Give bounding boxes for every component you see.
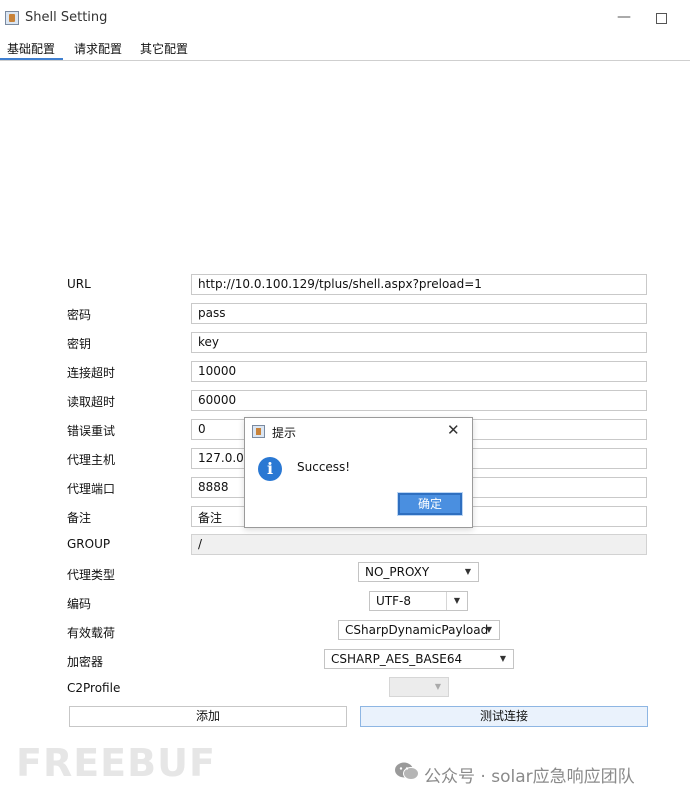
encryptor-label: 加密器 [67, 655, 104, 669]
wechat-icon [395, 762, 419, 780]
watermark-source-text: 公众号 · solar应急响应团队 [424, 767, 635, 787]
payload-value: CSharpDynamicPayload [345, 623, 489, 637]
payload-select[interactable]: CSharpDynamicPayload ▼ [338, 620, 500, 640]
test-connection-button[interactable]: 测试连接 [360, 706, 648, 727]
freebuf-watermark-logo: FREEBUF [16, 741, 216, 785]
info-icon: i [258, 457, 282, 481]
close-icon[interactable]: ✕ [447, 421, 460, 439]
selected-tab-indicator [0, 58, 63, 60]
java-cup-icon [5, 11, 19, 25]
java-cup-icon [252, 425, 265, 438]
group-field[interactable]: / [191, 534, 647, 555]
chevron-down-icon: ▼ [485, 625, 493, 634]
remark-label: 备注 [67, 511, 92, 525]
payload-label: 有效载荷 [67, 626, 116, 640]
read-timeout-label: 读取超时 [67, 395, 116, 409]
read-timeout-field[interactable]: 60000 [191, 390, 647, 411]
maximize-button[interactable] [656, 13, 667, 24]
tab-basic-config[interactable]: 基础配置 [7, 40, 55, 57]
password-label: 密码 [67, 308, 92, 322]
proxy-port-label: 代理端口 [67, 482, 116, 496]
url-label: URL [67, 277, 91, 291]
minimize-button[interactable]: — [616, 9, 632, 25]
password-field[interactable]: pass [191, 303, 647, 324]
key-label: 密钥 [67, 337, 92, 351]
group-label: GROUP [67, 537, 111, 551]
encryptor-value: CSHARP_AES_BASE64 [331, 652, 463, 666]
proxy-type-value: NO_PROXY [365, 565, 430, 579]
add-button[interactable]: 添加 [69, 706, 347, 727]
chevron-down-icon: ▼ [464, 567, 472, 576]
proxy-host-label: 代理主机 [67, 453, 116, 467]
tab-other-config[interactable]: 其它配置 [140, 40, 188, 57]
c2profile-select[interactable]: ▼ [389, 677, 449, 697]
window-title: Shell Setting [25, 10, 108, 25]
encryptor-select[interactable]: CSHARP_AES_BASE64 ▼ [324, 649, 514, 669]
retry-label: 错误重试 [67, 424, 116, 438]
connect-timeout-field[interactable]: 10000 [191, 361, 647, 382]
url-field[interactable]: http://10.0.100.129/tplus/shell.aspx?pre… [191, 274, 647, 295]
message-dialog: 提示 ✕ i Success! 确定 [244, 417, 473, 528]
connect-timeout-label: 连接超时 [67, 366, 116, 380]
encoding-label: 编码 [67, 597, 92, 611]
ok-button[interactable]: 确定 [398, 493, 462, 515]
chevron-down-icon: ▼ [446, 592, 467, 610]
c2profile-label: C2Profile [67, 681, 121, 695]
encoding-value: UTF-8 [376, 594, 411, 608]
chevron-down-icon: ▼ [499, 654, 507, 663]
chevron-down-icon: ▼ [434, 682, 442, 691]
key-field[interactable]: key [191, 332, 647, 353]
tab-request-config[interactable]: 请求配置 [74, 40, 122, 57]
proxy-type-select[interactable]: NO_PROXY ▼ [358, 562, 479, 582]
dialog-message: Success! [297, 460, 351, 474]
proxy-type-label: 代理类型 [67, 568, 116, 582]
encoding-select[interactable]: UTF-8 ▼ [369, 591, 468, 611]
dialog-title: 提示 [272, 426, 297, 440]
